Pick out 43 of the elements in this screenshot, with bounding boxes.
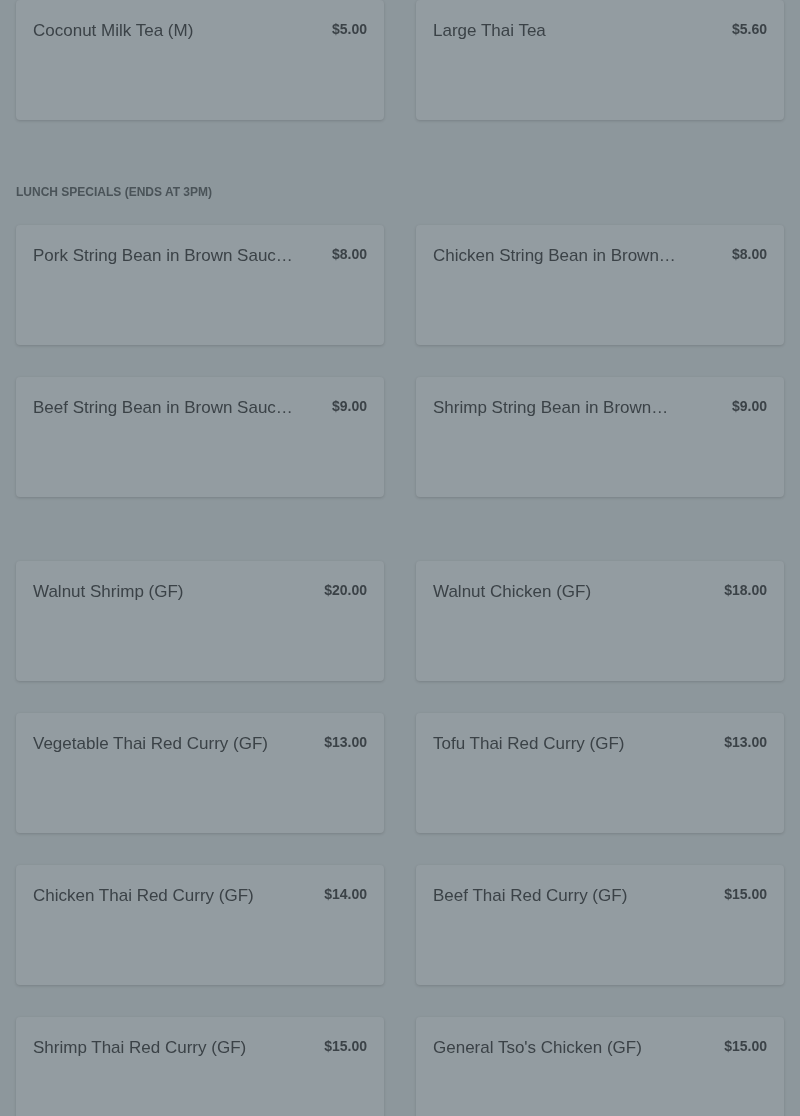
item-price: $18.00 [724,581,767,599]
item-price: $15.00 [324,1037,367,1055]
item-name: Vegetable Thai Red Curry (GF) [33,733,268,755]
item-price: $15.00 [724,1037,767,1055]
item-name: Pork String Bean in Brown Sauc… [33,245,293,267]
menu-item-card[interactable]: Shrimp Thai Red Curry (GF) $15.00 [16,1017,384,1116]
menu-item-card[interactable]: Chicken String Bean in Brown… $8.00 [416,225,784,345]
item-price: $9.00 [731,397,767,415]
menu-item-card[interactable]: General Tso's Chicken (GF) $15.00 [416,1017,784,1116]
item-name: Shrimp String Bean in Brown… [433,397,669,419]
item-name: Chicken String Bean in Brown… [433,245,676,267]
item-name: Shrimp Thai Red Curry (GF) [33,1037,247,1059]
item-price: $13.00 [724,733,767,751]
menu-item-card[interactable]: Coconut Milk Tea (M) $5.00 [16,0,384,120]
menu-item-card[interactable]: Tofu Thai Red Curry (GF) $13.00 [416,713,784,833]
item-price: $20.00 [324,581,367,599]
item-name: Large Thai Tea [433,20,546,42]
item-price: $8.00 [731,245,767,263]
menu-item-card[interactable]: Beef Thai Red Curry (GF) $15.00 [416,865,784,985]
menu-item-card[interactable]: Large Thai Tea $5.60 [416,0,784,120]
item-name: Walnut Shrimp (GF) [33,581,184,603]
item-name: Walnut Chicken (GF) [433,581,592,603]
item-price: $15.00 [724,885,767,903]
menu-item-card[interactable]: Chicken Thai Red Curry (GF) $14.00 [16,865,384,985]
menu-item-card[interactable]: Vegetable Thai Red Curry (GF) $13.00 [16,713,384,833]
item-price: $5.60 [731,20,767,38]
item-price: $5.00 [331,20,367,38]
item-name: Chicken Thai Red Curry (GF) [33,885,254,907]
section-heading: LUNCH SPECIALS (ENDS AT 3PM) [16,184,213,200]
item-price: $14.00 [324,885,367,903]
menu-item-card[interactable]: Walnut Shrimp (GF) $20.00 [16,561,384,681]
item-name: Coconut Milk Tea (M) [33,20,194,42]
item-price: $8.00 [331,245,367,263]
item-name: Beef Thai Red Curry (GF) [433,885,628,907]
item-price: $9.00 [331,397,367,415]
item-name: Tofu Thai Red Curry (GF) [433,733,625,755]
menu-item-card[interactable]: Pork String Bean in Brown Sauc… $8.00 [16,225,384,345]
menu-item-card[interactable]: Walnut Chicken (GF) $18.00 [416,561,784,681]
item-name: General Tso's Chicken (GF) [433,1037,642,1059]
menu-item-card[interactable]: Beef String Bean in Brown Sauc… $9.00 [16,377,384,497]
menu-item-card[interactable]: Shrimp String Bean in Brown… $9.00 [416,377,784,497]
item-price: $13.00 [324,733,367,751]
item-name: Beef String Bean in Brown Sauc… [33,397,293,419]
